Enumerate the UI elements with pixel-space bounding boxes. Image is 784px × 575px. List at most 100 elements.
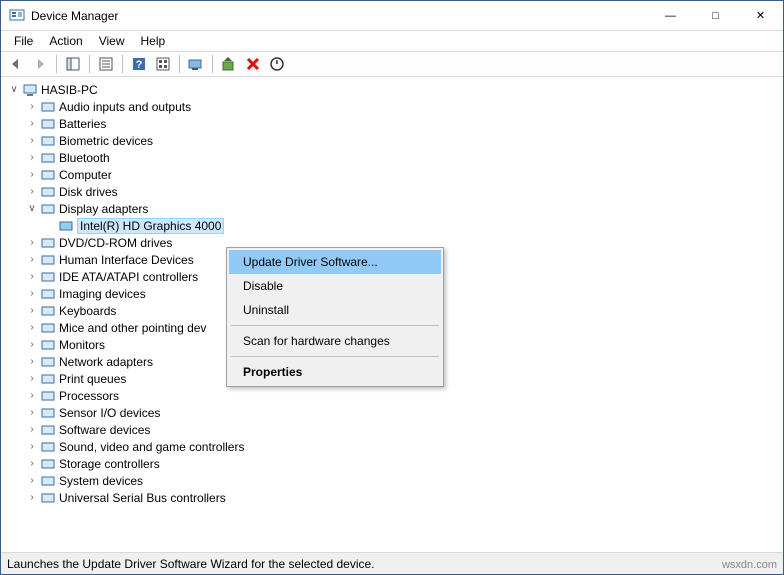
context-menu-separator (231, 356, 439, 357)
action-button[interactable] (152, 53, 174, 75)
minimize-button[interactable]: — (648, 2, 693, 30)
context-menu-item[interactable]: Update Driver Software... (229, 250, 441, 274)
device-icon (40, 99, 56, 115)
forward-button[interactable] (29, 53, 51, 75)
chevron-right-icon[interactable]: › (25, 457, 39, 471)
device-icon (40, 150, 56, 166)
tree-category[interactable]: › Disk drives (3, 183, 781, 200)
chevron-right-icon[interactable]: › (25, 100, 39, 114)
tree-category-label: Disk drives (59, 185, 118, 199)
tree-category-label: Imaging devices (59, 287, 146, 301)
tree-category-label: Storage controllers (59, 457, 160, 471)
tree-category[interactable]: ›Bluetooth (3, 149, 781, 166)
tree-category[interactable]: ›Sound, video and game controllers (3, 438, 781, 455)
tree-category[interactable]: › Software devices (3, 421, 781, 438)
device-icon (40, 320, 56, 336)
device-icon (40, 235, 56, 251)
chevron-right-icon[interactable]: › (25, 406, 39, 420)
context-menu-item[interactable]: Properties (229, 360, 441, 384)
chevron-down-icon[interactable]: ∨ (25, 202, 39, 216)
menubar: File Action View Help (1, 31, 783, 51)
tree-category[interactable]: ›System devices (3, 472, 781, 489)
chevron-right-icon[interactable]: › (25, 338, 39, 352)
device-icon (40, 490, 56, 506)
chevron-right-icon[interactable]: › (25, 151, 39, 165)
tree-category[interactable]: ›Audio inputs and outputs (3, 98, 781, 115)
chevron-right-icon[interactable]: › (25, 440, 39, 454)
device-icon (40, 116, 56, 132)
watermark: wsxdn.com (722, 559, 777, 571)
show-hide-tree-button[interactable] (62, 53, 84, 75)
menu-action[interactable]: Action (41, 32, 90, 50)
maximize-button[interactable]: □ (693, 2, 738, 30)
tree-category-label: Software devices (59, 423, 150, 437)
toolbar-separator (122, 55, 123, 73)
device-icon (40, 167, 56, 183)
device-icon (40, 252, 56, 268)
statusbar-text: Launches the Update Driver Software Wiza… (7, 557, 375, 571)
chevron-right-icon[interactable]: › (25, 321, 39, 335)
window-title: Device Manager (31, 9, 648, 23)
chevron-right-icon[interactable]: › (25, 474, 39, 488)
chevron-right-icon[interactable]: › (25, 389, 39, 403)
disable-button[interactable] (266, 53, 288, 75)
tree-category-label: Batteries (59, 117, 106, 131)
chevron-right-icon[interactable]: › (25, 117, 39, 131)
chevron-right-icon[interactable]: › (25, 355, 39, 369)
tree-category-label: Print queues (59, 372, 126, 386)
tree-category[interactable]: › Sensor I/O devices (3, 404, 781, 421)
tree-root[interactable]: ∨ HASIB-PC (3, 81, 781, 98)
device-icon (40, 286, 56, 302)
chevron-right-icon[interactable]: › (25, 270, 39, 284)
tree-category-label: Keyboards (59, 304, 116, 318)
tree-category[interactable]: › Storage controllers (3, 455, 781, 472)
update-driver-button[interactable] (218, 53, 240, 75)
chevron-right-icon[interactable]: › (25, 304, 39, 318)
svg-text:?: ? (136, 59, 143, 71)
context-menu-item[interactable]: Scan for hardware changes (229, 329, 441, 353)
context-menu-item[interactable]: Disable (229, 274, 441, 298)
toolbar-separator (89, 55, 90, 73)
device-icon (40, 269, 56, 285)
chevron-right-icon[interactable]: › (25, 423, 39, 437)
context-menu-item[interactable]: Uninstall (229, 298, 441, 322)
toolbar-separator (212, 55, 213, 73)
chevron-right-icon[interactable]: › (25, 253, 39, 267)
chevron-right-icon[interactable]: › (25, 185, 39, 199)
chevron-right-icon[interactable]: › (25, 372, 39, 386)
titlebar: Device Manager — □ ✕ (1, 1, 783, 31)
chevron-right-icon[interactable]: › (25, 236, 39, 250)
tree-device[interactable]: Intel(R) HD Graphics 4000 (3, 217, 781, 234)
device-icon (40, 439, 56, 455)
menu-help[interactable]: Help (133, 32, 174, 50)
chevron-down-icon[interactable]: ∨ (7, 83, 21, 97)
tree-category[interactable]: ∨ Display adapters (3, 200, 781, 217)
chevron-right-icon[interactable]: › (25, 168, 39, 182)
back-button[interactable] (5, 53, 27, 75)
tree-category[interactable]: › Universal Serial Bus controllers (3, 489, 781, 506)
close-button[interactable]: ✕ (738, 2, 783, 30)
device-icon (40, 422, 56, 438)
tree-category[interactable]: ›Processors (3, 387, 781, 404)
menu-view[interactable]: View (91, 32, 133, 50)
tree-root-label: HASIB-PC (41, 83, 98, 97)
app-icon (9, 8, 25, 24)
device-icon (40, 184, 56, 200)
tree-category[interactable]: ›Computer (3, 166, 781, 183)
menu-file[interactable]: File (6, 32, 41, 50)
statusbar: Launches the Update Driver Software Wiza… (1, 552, 783, 574)
help-button[interactable]: ? (128, 53, 150, 75)
chevron-right-icon[interactable]: › (25, 491, 39, 505)
chevron-right-icon[interactable]: › (25, 287, 39, 301)
tree-category[interactable]: ›Biometric devices (3, 132, 781, 149)
chevron-right-icon[interactable]: › (25, 134, 39, 148)
tree-category[interactable]: › Batteries (3, 115, 781, 132)
device-icon (40, 405, 56, 421)
uninstall-button[interactable] (242, 53, 264, 75)
tree-category-label: Display adapters (59, 202, 148, 216)
scan-hardware-button[interactable] (185, 53, 207, 75)
properties-button[interactable] (95, 53, 117, 75)
tree-category-label: Universal Serial Bus controllers (59, 491, 226, 505)
tree-category-label: Sensor I/O devices (59, 406, 160, 420)
computer-icon (22, 82, 38, 98)
